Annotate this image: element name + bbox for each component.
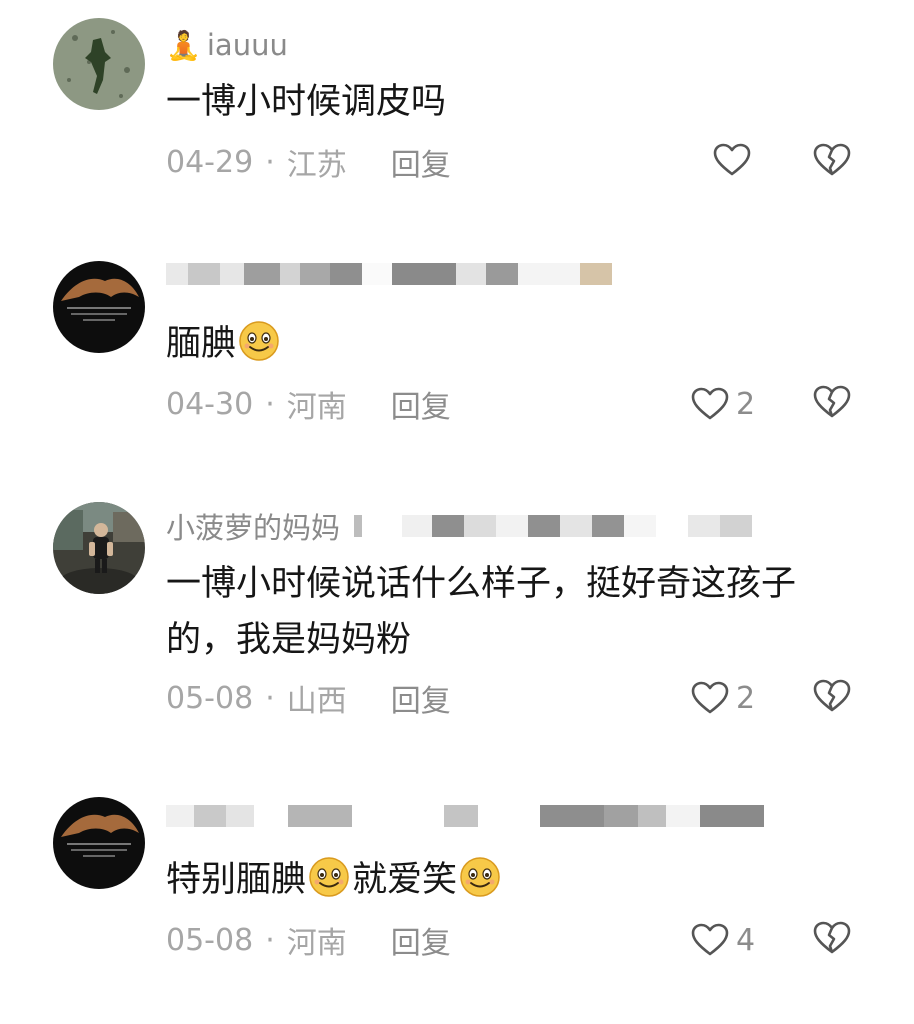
comment-location: 江苏 xyxy=(286,148,347,183)
comment-meta: 05-08 · 河南 回复 xyxy=(166,918,451,962)
dislike-button[interactable] xyxy=(812,140,852,180)
username-blurred xyxy=(354,510,753,542)
broken-heart-icon xyxy=(813,143,851,176)
comment-meta: 04-30 · 河南 回复 xyxy=(166,382,451,426)
comment-text: 特别腼腆 就爱笑 xyxy=(166,852,854,908)
comment-meta: 04-29 · 江苏 回复 xyxy=(166,140,451,184)
broken-heart-icon xyxy=(813,679,851,712)
reply-button[interactable]: 回复 xyxy=(391,382,451,426)
separator: · xyxy=(265,144,275,180)
like-button[interactable] xyxy=(712,140,752,184)
comment-location: 河南 xyxy=(286,390,347,425)
comment-location: 河南 xyxy=(286,926,347,961)
username-blurred xyxy=(166,800,764,832)
broken-heart-icon xyxy=(813,921,851,954)
like-count: 2 xyxy=(736,680,756,716)
like-count: 4 xyxy=(736,922,756,958)
avatar[interactable] xyxy=(53,797,145,889)
comment-date: 05-08 xyxy=(166,922,254,958)
user-emoji-icon: 🧘 xyxy=(166,28,201,62)
avatar[interactable] xyxy=(53,502,145,594)
dislike-button[interactable] xyxy=(812,382,852,422)
avatar[interactable] xyxy=(53,261,145,353)
reply-button[interactable]: 回复 xyxy=(391,676,451,720)
separator: · xyxy=(265,680,275,716)
heart-outline-icon xyxy=(691,681,729,714)
dislike-button[interactable] xyxy=(812,918,852,958)
smile-emoji-icon xyxy=(460,857,500,897)
heart-outline-icon xyxy=(691,923,729,956)
comment-text: 一博小时候说话什么样子，挺好奇这孩子的，我是妈妈粉 xyxy=(166,564,797,660)
heart-outline-icon xyxy=(691,387,729,420)
avatar[interactable] xyxy=(53,18,145,110)
username-text: iauuu xyxy=(206,28,288,62)
separator: · xyxy=(265,386,275,422)
like-count: 2 xyxy=(736,386,756,422)
broken-heart-icon xyxy=(813,385,851,418)
comment-location: 山西 xyxy=(286,684,347,719)
comment-text: 腼腆 xyxy=(166,316,854,372)
smile-emoji-icon xyxy=(309,857,349,897)
comment-meta: 05-08 · 山西 回复 xyxy=(166,676,451,720)
username[interactable]: 🧘 iauuu xyxy=(166,25,302,65)
username[interactable]: 小菠萝的妈妈 xyxy=(166,506,753,546)
like-button[interactable]: 4 xyxy=(690,918,755,962)
reply-button[interactable]: 回复 xyxy=(391,140,451,184)
comment-date: 05-08 xyxy=(166,680,254,716)
like-button[interactable]: 2 xyxy=(690,676,755,720)
username-blurred xyxy=(166,258,612,290)
comment-text: 一博小时候调皮吗 xyxy=(166,82,447,122)
comment-date: 04-29 xyxy=(166,144,254,180)
reply-button[interactable]: 回复 xyxy=(391,918,451,962)
comment-date: 04-30 xyxy=(166,386,254,422)
heart-outline-icon xyxy=(713,143,751,176)
like-button[interactable]: 2 xyxy=(690,382,755,426)
smile-emoji-icon xyxy=(239,321,279,361)
dislike-button[interactable] xyxy=(812,676,852,716)
username-text: 小菠萝的妈妈 xyxy=(166,511,341,545)
separator: · xyxy=(265,922,275,958)
